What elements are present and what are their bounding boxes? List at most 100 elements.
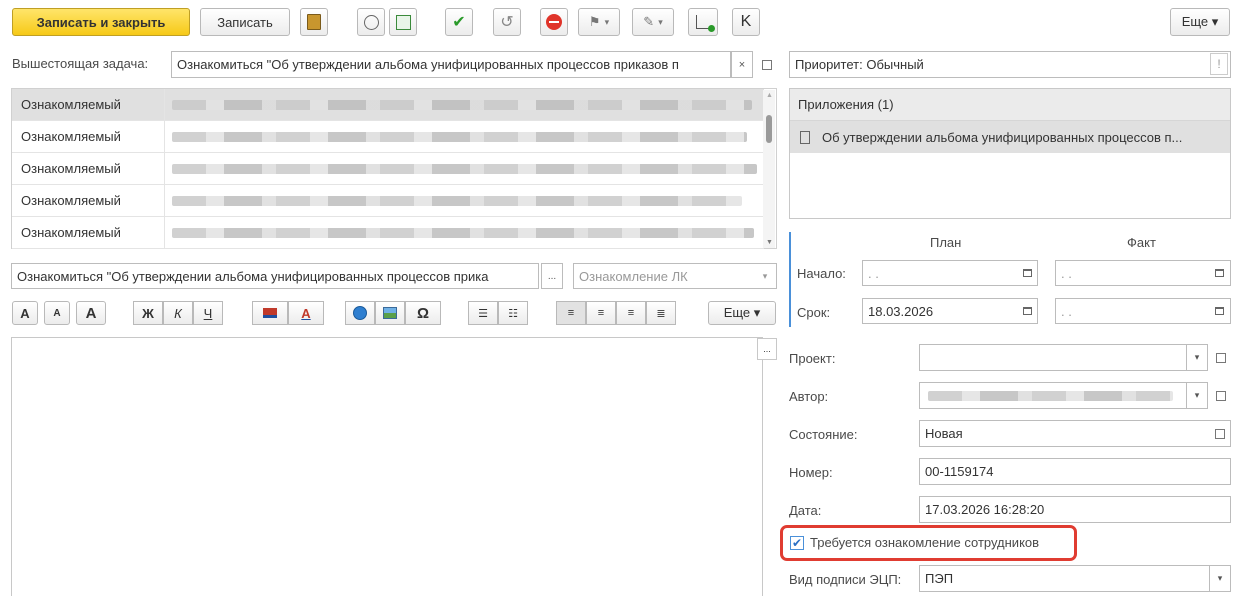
open-window-icon — [762, 59, 772, 70]
align-justify-button[interactable]: ≣ — [646, 301, 676, 325]
bold-button[interactable]: Ж — [133, 301, 163, 325]
subject-field[interactable]: Ознакомиться "Об утверждении альбома уни… — [11, 263, 539, 289]
underline-button[interactable]: Ч — [193, 301, 223, 325]
chevron-down-icon: ▾ — [658, 16, 663, 27]
participant-role: Ознакомляемый — [12, 185, 165, 216]
table-scrollbar[interactable]: ▲ ▼ — [763, 90, 775, 248]
start-fact-field[interactable]: . . — [1055, 260, 1231, 286]
subject-choose-button[interactable]: ... — [541, 263, 563, 289]
priority-field[interactable]: Приоритет: Обычный — [789, 51, 1231, 78]
scroll-up-icon: ▲ — [766, 92, 773, 99]
insert-link-button[interactable] — [345, 301, 375, 325]
table-row[interactable]: Ознакомляемый — [12, 89, 764, 121]
description-editor[interactable] — [11, 337, 763, 596]
project-dropdown-button[interactable]: ▾ — [1186, 344, 1208, 371]
history-button[interactable] — [357, 8, 385, 36]
scrollbar-thumb[interactable] — [766, 115, 772, 143]
k-button[interactable]: K — [732, 8, 760, 36]
author-field[interactable] — [919, 382, 1208, 409]
participant-role: Ознакомляемый — [12, 121, 165, 152]
omega-icon: Ω — [416, 304, 430, 322]
date-label: Дата: — [789, 503, 822, 518]
requires-ack-label[interactable]: Требуется ознакомление сотрудников — [810, 535, 1039, 550]
calendar-icon[interactable] — [1210, 262, 1228, 284]
start-label: Начало: — [797, 266, 846, 281]
report-button[interactable] — [389, 8, 417, 36]
chevron-down-icon: ▾ — [604, 16, 610, 27]
save-and-close-button[interactable]: Записать и закрыть — [12, 8, 190, 36]
open-window-icon — [1216, 390, 1226, 401]
participant-name-redacted — [172, 228, 754, 238]
editor-expand-button[interactable]: ... — [757, 338, 777, 360]
address-book-button[interactable] — [300, 8, 328, 36]
author-dropdown-button[interactable]: ▾ — [1186, 382, 1208, 409]
exclamation-icon: ! — [1217, 57, 1221, 71]
structure-button[interactable] — [688, 8, 718, 36]
fact-column-header: Факт — [1127, 235, 1156, 250]
complete-button[interactable]: ✔ — [445, 8, 473, 36]
align-center-button[interactable]: ≡ — [586, 301, 616, 325]
state-label: Состояние: — [789, 427, 858, 442]
parent-task-field[interactable]: Ознакомиться "Об утверждении альбома уни… — [171, 51, 731, 78]
font-button[interactable]: A — [76, 301, 106, 325]
signature-type-select[interactable]: ПЭП — [919, 565, 1231, 592]
open-author-button[interactable] — [1210, 382, 1232, 409]
undo-icon: ↺ — [500, 14, 514, 31]
state-field[interactable]: Новая — [919, 420, 1231, 447]
signature-dropdown-button[interactable]: ▾ — [1209, 565, 1231, 592]
start-plan-field[interactable]: . . — [862, 260, 1038, 286]
flag-menu-button[interactable]: ⚑ ▾ — [578, 8, 620, 36]
open-project-button[interactable] — [1210, 344, 1232, 371]
more-menu-button[interactable]: Еще ▾ — [1170, 8, 1230, 36]
save-button[interactable]: Записать — [200, 8, 290, 36]
participant-name-redacted — [172, 132, 747, 142]
return-button[interactable]: ↺ — [493, 8, 521, 36]
tree-structure-icon — [696, 15, 715, 32]
font-increase-button[interactable]: A — [12, 301, 38, 325]
attach-menu-button[interactable]: ✎ ▾ — [632, 8, 674, 36]
due-fact-field[interactable]: . . — [1055, 298, 1231, 324]
plan-column-header: План — [930, 235, 962, 250]
date-field[interactable]: 17.03.2026 16:28:20 — [919, 496, 1231, 523]
align-center-icon: ≡ — [597, 307, 605, 319]
italic-button[interactable]: К — [163, 301, 193, 325]
calendar-icon[interactable] — [1210, 300, 1228, 322]
table-row[interactable]: Ознакомляемый — [12, 185, 764, 217]
stop-icon — [546, 14, 562, 30]
chevron-down-icon: ▾ — [762, 270, 768, 281]
open-parent-task-button[interactable] — [756, 51, 778, 78]
open-state-button[interactable] — [1210, 422, 1230, 445]
task-type-select[interactable]: Ознакомление ЛК — [573, 263, 777, 289]
highlight-color-button[interactable] — [252, 301, 288, 325]
number-field[interactable]: 00-1159174 — [919, 458, 1231, 485]
table-row[interactable]: Ознакомляемый — [12, 153, 764, 185]
attachment-item[interactable]: Об утверждении альбома унифицированных п… — [790, 121, 1230, 153]
requires-ack-checkbox[interactable]: ✔ — [790, 536, 804, 550]
calendar-icon[interactable] — [1018, 262, 1036, 284]
number-label: Номер: — [789, 465, 833, 480]
numbered-list-button[interactable]: ☷ — [498, 301, 528, 325]
align-right-button[interactable]: ≡ — [616, 301, 646, 325]
insert-image-button[interactable] — [375, 301, 405, 325]
attachments-panel: Приложения (1) Об утверждении альбома ун… — [789, 88, 1231, 219]
checkmark-icon: ✔ — [452, 14, 466, 31]
fill-color-icon — [263, 308, 277, 318]
align-left-button[interactable]: ≡ — [556, 301, 586, 325]
calendar-icon[interactable] — [1018, 300, 1036, 322]
clear-parent-task-button[interactable]: × — [731, 51, 753, 78]
text-color-button[interactable]: A — [288, 301, 324, 325]
open-window-icon — [1215, 428, 1225, 439]
insert-symbol-button[interactable]: Ω — [405, 301, 441, 325]
table-row[interactable]: Ознакомляемый — [12, 217, 764, 249]
priority-button[interactable]: ! — [1210, 53, 1228, 75]
checkmark-icon: ✔ — [791, 536, 803, 550]
font-decrease-button[interactable]: A — [44, 301, 70, 325]
dates-group-marker — [789, 232, 791, 327]
project-field[interactable] — [919, 344, 1208, 371]
participant-name-redacted — [172, 100, 752, 110]
format-more-button[interactable]: Еще ▾ — [708, 301, 776, 325]
bulleted-list-button[interactable]: ☰ — [468, 301, 498, 325]
cancel-task-button[interactable] — [540, 8, 568, 36]
table-row[interactable]: Ознакомляемый — [12, 121, 764, 153]
due-plan-field[interactable]: 18.03.2026 — [862, 298, 1038, 324]
